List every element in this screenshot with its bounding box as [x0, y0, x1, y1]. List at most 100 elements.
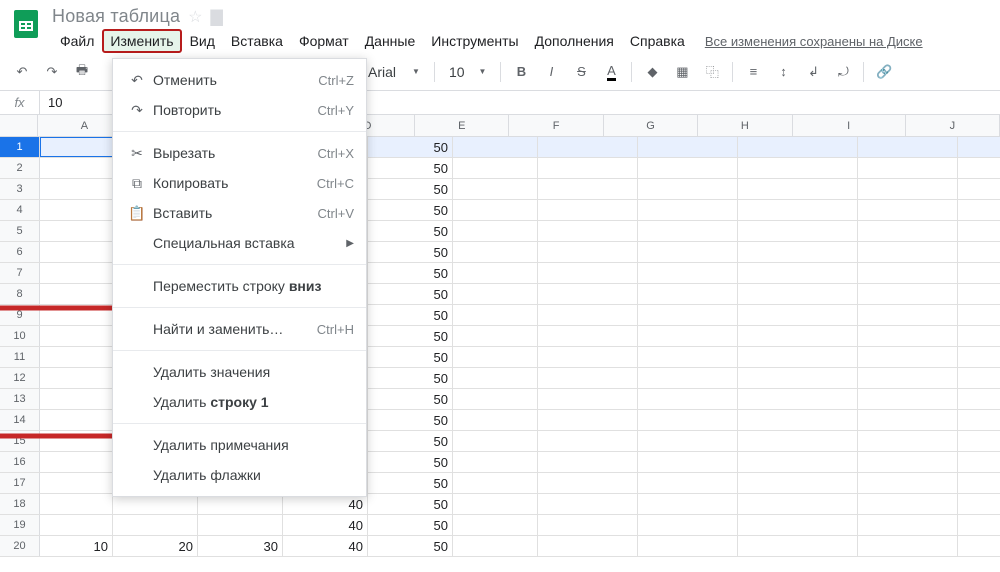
menu-данные[interactable]: Данные	[357, 29, 424, 53]
print-icon[interactable]: 🖶	[68, 58, 96, 86]
cell[interactable]	[453, 179, 538, 199]
cell[interactable]: 50	[368, 137, 453, 157]
cell[interactable]: 50	[368, 347, 453, 367]
cell[interactable]	[453, 200, 538, 220]
cell[interactable]	[738, 536, 858, 556]
cell[interactable]	[858, 179, 958, 199]
valign-icon[interactable]: ↕	[769, 58, 797, 86]
cell[interactable]	[113, 494, 198, 514]
cell[interactable]	[738, 347, 858, 367]
row-header[interactable]: 11	[0, 347, 40, 367]
cell[interactable]	[858, 536, 958, 556]
cell[interactable]	[738, 263, 858, 283]
cell[interactable]	[858, 137, 958, 157]
menu-изменить[interactable]: Изменить	[102, 29, 181, 53]
cell[interactable]	[638, 368, 738, 388]
cell[interactable]	[538, 242, 638, 262]
cell[interactable]: 50	[368, 452, 453, 472]
menu-вид[interactable]: Вид	[182, 29, 223, 53]
cell[interactable]: 50	[368, 410, 453, 430]
cell[interactable]	[40, 473, 113, 493]
cell[interactable]	[738, 200, 858, 220]
merge-cells-icon[interactable]: ⿻	[698, 58, 726, 86]
cell[interactable]: 50	[368, 221, 453, 241]
cell[interactable]	[40, 326, 113, 346]
cell[interactable]	[538, 536, 638, 556]
cell[interactable]	[538, 494, 638, 514]
cell[interactable]	[40, 347, 113, 367]
cell[interactable]	[453, 452, 538, 472]
cell[interactable]	[738, 368, 858, 388]
column-header[interactable]: E	[415, 115, 509, 136]
row[interactable]: 184050	[0, 494, 1000, 515]
cell[interactable]	[40, 242, 113, 262]
cell[interactable]	[638, 200, 738, 220]
cell[interactable]	[638, 305, 738, 325]
cell[interactable]	[538, 221, 638, 241]
cell[interactable]	[638, 515, 738, 535]
formula-input[interactable]: 10	[40, 95, 62, 110]
menu-copy[interactable]: ⧉КопироватьCtrl+C	[113, 168, 366, 198]
row-header[interactable]: 4	[0, 200, 40, 220]
strikethrough-icon[interactable]: S	[567, 58, 595, 86]
cell[interactable]: 40	[283, 536, 368, 556]
font-family-select[interactable]: Arial▼	[360, 64, 428, 80]
cell[interactable]	[453, 347, 538, 367]
cell[interactable]	[538, 326, 638, 346]
bold-icon[interactable]: B	[507, 58, 535, 86]
row-header[interactable]: 13	[0, 389, 40, 409]
cell[interactable]	[858, 326, 958, 346]
cell[interactable]	[858, 305, 958, 325]
cell[interactable]	[453, 137, 538, 157]
row-header[interactable]: 5	[0, 221, 40, 241]
cell[interactable]	[40, 158, 113, 178]
cell[interactable]	[738, 515, 858, 535]
cell[interactable]	[858, 158, 958, 178]
menu-delete-checkboxes[interactable]: Удалить флажки	[113, 460, 366, 490]
cell[interactable]	[638, 452, 738, 472]
cell[interactable]: 50	[368, 200, 453, 220]
row-header[interactable]: 6	[0, 242, 40, 262]
cell[interactable]	[638, 410, 738, 430]
cell[interactable]	[113, 515, 198, 535]
cell[interactable]: 40	[283, 494, 368, 514]
cell[interactable]	[40, 221, 113, 241]
cell[interactable]	[738, 452, 858, 472]
cell[interactable]	[198, 494, 283, 514]
menu-find-replace[interactable]: Найти и заменить…Ctrl+H	[113, 314, 366, 344]
cell[interactable]	[858, 473, 958, 493]
cell[interactable]: 50	[368, 263, 453, 283]
menu-справка[interactable]: Справка	[622, 29, 693, 53]
select-all-corner[interactable]	[0, 115, 38, 136]
cell[interactable]	[638, 389, 738, 409]
cell[interactable]: 50	[368, 536, 453, 556]
fill-color-icon[interactable]: ◆	[638, 58, 666, 86]
cell[interactable]: 50	[368, 389, 453, 409]
cell[interactable]: 50	[368, 368, 453, 388]
cell[interactable]	[538, 473, 638, 493]
cell[interactable]	[40, 200, 113, 220]
column-header[interactable]: F	[509, 115, 603, 136]
sheets-logo[interactable]	[8, 6, 44, 42]
cell[interactable]	[453, 410, 538, 430]
cell[interactable]	[453, 473, 538, 493]
cell[interactable]	[453, 326, 538, 346]
column-header[interactable]: G	[604, 115, 698, 136]
cell[interactable]: 50	[368, 494, 453, 514]
font-size-select[interactable]: 10▼	[441, 64, 495, 80]
cell[interactable]	[40, 389, 113, 409]
column-header[interactable]: H	[698, 115, 792, 136]
cell[interactable]	[738, 137, 858, 157]
cell[interactable]	[453, 536, 538, 556]
redo-icon[interactable]: ↷	[38, 58, 66, 86]
text-color-icon[interactable]: A	[597, 58, 625, 86]
cell[interactable]: 30	[198, 536, 283, 556]
cell[interactable]: 50	[368, 242, 453, 262]
cell[interactable]	[538, 305, 638, 325]
row[interactable]: 194050	[0, 515, 1000, 536]
cell[interactable]	[738, 284, 858, 304]
menu-вставка[interactable]: Вставка	[223, 29, 291, 53]
menu-инструменты[interactable]: Инструменты	[423, 29, 526, 53]
cell[interactable]	[638, 473, 738, 493]
rotate-icon[interactable]: ⤾	[829, 58, 857, 86]
